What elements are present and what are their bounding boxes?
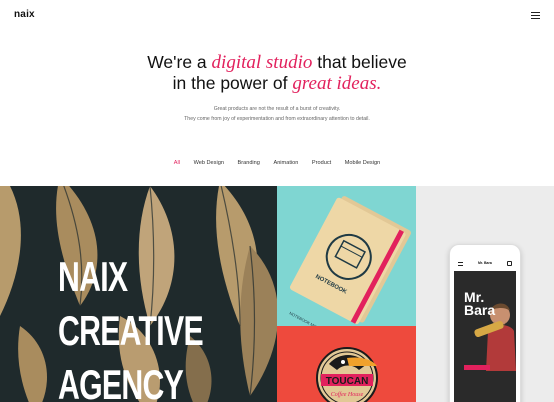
filter-branding[interactable]: Branding xyxy=(238,160,260,166)
portfolio-filters: All Web Design Branding Animation Produc… xyxy=(0,160,554,166)
phone-screen: Mr. Bara Mr. Bara xyxy=(454,257,516,402)
phone-title-line: Bara xyxy=(464,302,496,318)
filter-web-design[interactable]: Web Design xyxy=(194,160,224,166)
agency-word: AGENCY xyxy=(58,361,184,402)
hero-text: that believe xyxy=(317,52,407,72)
notebook-label: NOTEBOOK MOCKUP xyxy=(289,310,328,326)
phone-cart-icon xyxy=(507,261,512,266)
portfolio-grid: NAIX CREATIVE AGENCY NOTEBOOK NOTEBOOK M… xyxy=(0,186,554,402)
toucan-script: Coffee House xyxy=(331,391,364,398)
subtext-line: Great products are not the result of a b… xyxy=(213,106,341,112)
portfolio-item-notebook[interactable]: NOTEBOOK NOTEBOOK MOCKUP xyxy=(277,186,416,326)
hero-text: We're a xyxy=(147,52,207,72)
portfolio-item-agency[interactable]: NAIX CREATIVE AGENCY xyxy=(0,186,277,402)
hero-heading: We're a digital studio that believe in t… xyxy=(0,52,554,94)
toucan-label: TOUCAN xyxy=(326,376,369,387)
hero-text: in the power of xyxy=(172,73,288,93)
hero-subtext: Great products are not the result of a b… xyxy=(0,104,554,124)
toucan-logo-image: TOUCAN Coffee House xyxy=(316,347,378,402)
filter-animation[interactable]: Animation xyxy=(273,160,298,166)
phone-mockup: Mr. Bara Mr. Bara xyxy=(449,244,521,402)
agency-title: NAIX CREATIVE AGENCY xyxy=(58,250,204,402)
agency-word: CREATIVE xyxy=(58,307,204,354)
filter-mobile-design[interactable]: Mobile Design xyxy=(345,160,380,166)
phone-title: Mr. Bara xyxy=(464,290,496,318)
portfolio-item-mobile[interactable]: Mr. Bara Mr. Bara xyxy=(416,186,554,402)
phone-cta-button xyxy=(464,365,490,370)
filter-product[interactable]: Product xyxy=(312,160,331,166)
site-header: naix xyxy=(0,0,554,32)
hero-line-2: in the power of great ideas. xyxy=(0,73,554,94)
phone-topbar: Mr. Bara xyxy=(454,257,516,271)
hero-accent: digital studio xyxy=(211,52,313,73)
agency-word: NAIX xyxy=(58,253,128,300)
notebook-mockup-image: NOTEBOOK NOTEBOOK MOCKUP xyxy=(289,196,411,326)
logo[interactable]: naix xyxy=(14,9,35,20)
hamburger-menu-icon[interactable] xyxy=(531,12,540,19)
subtext-line: They come from joy of experimentation an… xyxy=(184,116,370,122)
hero-line-1: We're a digital studio that believe xyxy=(0,52,554,73)
phone-logo: Mr. Bara xyxy=(478,261,492,265)
portfolio-item-toucan[interactable]: TOUCAN Coffee House xyxy=(277,326,416,402)
phone-menu-icon xyxy=(458,262,463,266)
hero-accent: great ideas. xyxy=(292,73,382,94)
filter-all[interactable]: All xyxy=(174,160,180,166)
